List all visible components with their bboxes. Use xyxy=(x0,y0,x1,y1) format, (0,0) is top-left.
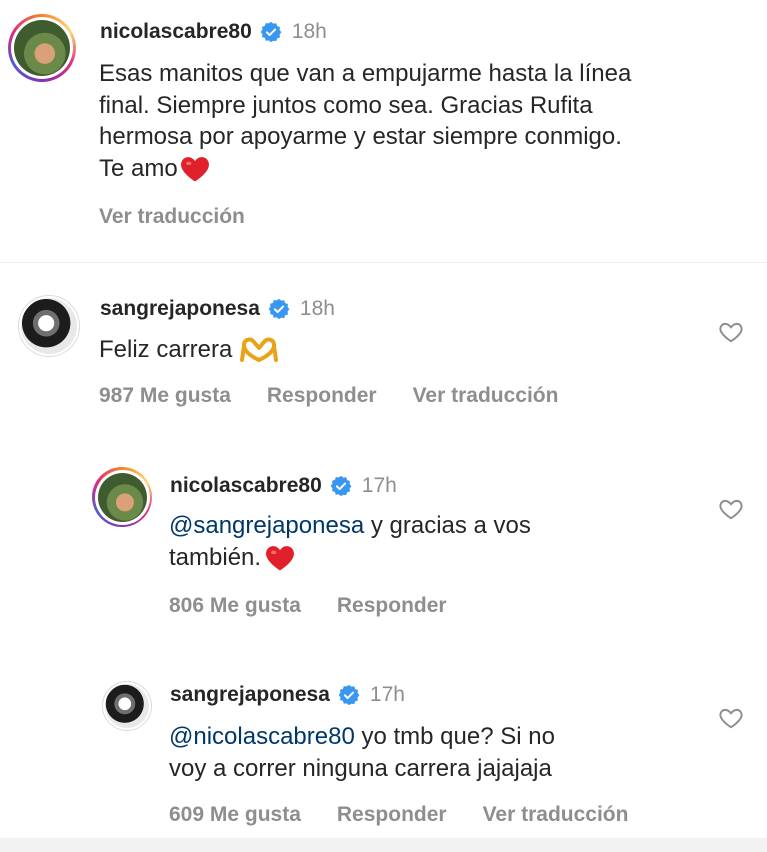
avatar[interactable] xyxy=(102,681,152,731)
avatar[interactable] xyxy=(92,467,152,527)
like-heart-icon[interactable] xyxy=(718,496,744,522)
divider xyxy=(0,262,767,263)
timestamp: 17h xyxy=(361,474,397,497)
avatar[interactable] xyxy=(8,14,76,82)
reply-button[interactable]: Responder xyxy=(337,803,447,827)
comment-text: Feliz carrera xyxy=(99,334,279,366)
comment-text: @nicolascabre80 yo tmb que? Si no voy a … xyxy=(169,723,555,782)
likes-count[interactable]: 609 Me gusta xyxy=(169,803,301,827)
comment-text: Esas manitos que van a empujarme hasta l… xyxy=(99,60,632,184)
likes-count[interactable]: 806 Me gusta xyxy=(169,594,301,618)
heart-hands-icon xyxy=(240,337,279,362)
username[interactable]: nicolascabre80 xyxy=(170,474,322,498)
bottom-strip xyxy=(0,838,767,852)
username[interactable]: sangrejaponesa xyxy=(170,683,330,707)
red-heart-icon xyxy=(265,543,295,573)
verified-badge-icon xyxy=(330,475,352,497)
username[interactable]: nicolascabre80 xyxy=(100,20,252,44)
verified-badge-icon xyxy=(260,21,282,43)
comment-text: @sangrejaponesa y gracias a vos también. xyxy=(169,512,531,573)
likes-count[interactable]: 987 Me gusta xyxy=(99,384,231,408)
timestamp: 18h xyxy=(291,20,327,43)
username[interactable]: sangrejaponesa xyxy=(100,297,260,321)
reply-button[interactable]: Responder xyxy=(337,594,447,618)
verified-badge-icon xyxy=(268,298,290,320)
like-heart-icon[interactable] xyxy=(718,705,744,731)
translate-link[interactable]: Ver traducción xyxy=(413,384,559,408)
red-heart-icon xyxy=(180,154,210,184)
translate-link[interactable]: Ver traducción xyxy=(99,205,245,229)
avatar[interactable] xyxy=(18,295,80,357)
timestamp: 18h xyxy=(299,297,335,320)
like-heart-icon[interactable] xyxy=(718,319,744,345)
reply-button[interactable]: Responder xyxy=(267,384,377,408)
verified-badge-icon xyxy=(338,684,360,706)
mention-link[interactable]: @sangrejaponesa xyxy=(169,512,364,539)
timestamp: 17h xyxy=(369,683,405,706)
translate-link[interactable]: Ver traducción xyxy=(483,803,629,827)
mention-link[interactable]: @nicolascabre80 xyxy=(169,723,355,750)
